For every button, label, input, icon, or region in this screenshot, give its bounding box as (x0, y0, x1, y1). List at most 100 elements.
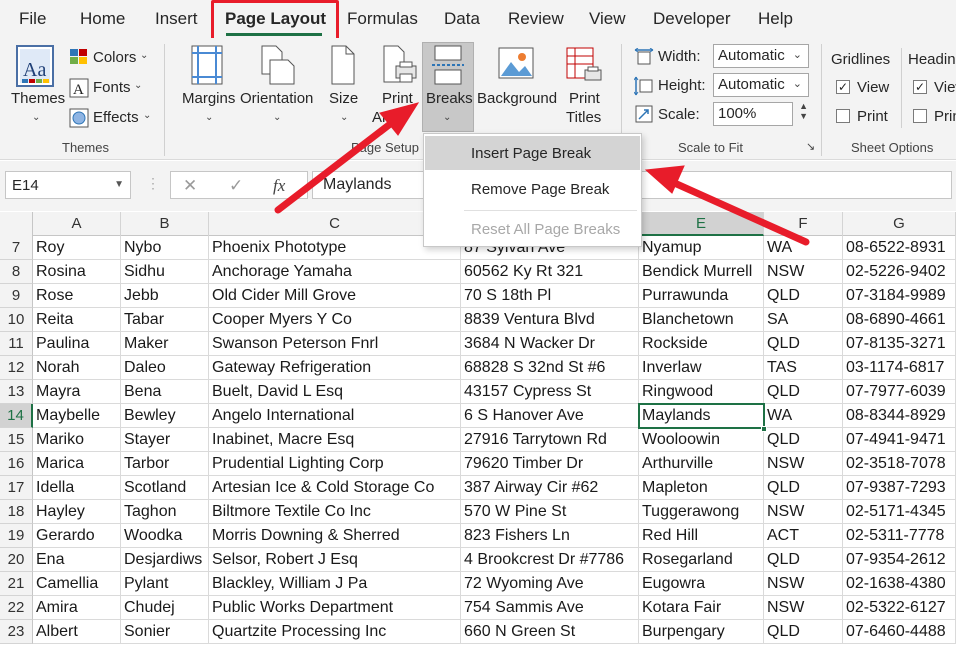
cell-b[interactable]: Maker (121, 332, 209, 356)
cell-d[interactable]: 754 Sammis Ave (461, 596, 639, 620)
row-header[interactable]: 20 (0, 548, 33, 572)
cell-e[interactable]: Arthurville (639, 452, 764, 476)
cell-f[interactable]: QLD (764, 332, 843, 356)
print-area-button[interactable]: Print (382, 90, 413, 107)
cell-g[interactable]: 08-6522-8931 (843, 236, 956, 260)
tab-data[interactable]: Data (444, 9, 480, 29)
cell-g[interactable]: 07-9354-2612 (843, 548, 956, 572)
cell-g[interactable]: 02-3518-7078 (843, 452, 956, 476)
cell-d[interactable]: 72 Wyoming Ave (461, 572, 639, 596)
row-header[interactable]: 7 (0, 236, 33, 260)
cell-f[interactable]: NSW (764, 500, 843, 524)
cell-d[interactable]: 823 Fishers Ln (461, 524, 639, 548)
cell-b[interactable]: Woodka (121, 524, 209, 548)
cell-c[interactable]: Artesian Ice & Cold Storage Co (209, 476, 461, 500)
fonts-button[interactable]: Fonts (93, 79, 131, 96)
column-header-f[interactable]: F (764, 212, 843, 236)
name-box[interactable]: E14 ▼ (5, 171, 131, 199)
cell-g[interactable]: 07-9387-7293 (843, 476, 956, 500)
themes-icon[interactable]: Aa (14, 44, 56, 93)
cell-a[interactable]: Ena (33, 548, 121, 572)
scale-spinner[interactable]: 100% ▲ ▼ (713, 101, 808, 126)
width-combo[interactable]: Automatic ⌄ (713, 44, 809, 68)
remove-page-break-item[interactable]: Remove Page Break (425, 172, 640, 206)
cell-c[interactable]: Quartzite Processing Inc (209, 620, 461, 644)
insert-function-icon[interactable]: fx (273, 176, 285, 196)
breaks-icon[interactable] (430, 44, 466, 91)
cell-f[interactable]: SA (764, 308, 843, 332)
breaks-button[interactable]: Breaks (426, 90, 473, 107)
cell-c[interactable]: Old Cider Mill Grove (209, 284, 461, 308)
cell-b[interactable]: Desjardiws (121, 548, 209, 572)
cell-c[interactable]: Anchorage Yamaha (209, 260, 461, 284)
cell-g[interactable]: 03-1174-6817 (843, 356, 956, 380)
cell-e[interactable]: Purrawunda (639, 284, 764, 308)
cell-d[interactable]: 570 W Pine St (461, 500, 639, 524)
themes-button[interactable]: Themes (11, 90, 65, 107)
row-header[interactable]: 17 (0, 476, 33, 500)
cell-e[interactable]: Red Hill (639, 524, 764, 548)
select-all-corner[interactable] (0, 212, 33, 236)
tab-help[interactable]: Help (758, 9, 793, 29)
row-header[interactable]: 10 (0, 308, 33, 332)
cell-g[interactable]: 02-5311-7778 (843, 524, 956, 548)
cell-b[interactable]: Tabar (121, 308, 209, 332)
dialog-launcher-icon[interactable]: ↘ (806, 140, 815, 153)
cell-e[interactable]: Ringwood (639, 380, 764, 404)
orientation-button[interactable]: Orientation (240, 90, 313, 107)
fill-handle[interactable] (761, 426, 767, 432)
size-button[interactable]: Size (329, 90, 358, 107)
spinner-arrows-icon[interactable]: ▲ ▼ (799, 101, 808, 121)
headings-view-checkbox[interactable]: ✓ (913, 80, 927, 94)
cell-f[interactable]: TAS (764, 356, 843, 380)
cell-d[interactable]: 660 N Green St (461, 620, 639, 644)
cell-d[interactable]: 68828 S 32nd St #6 (461, 356, 639, 380)
cell-f[interactable]: QLD (764, 620, 843, 644)
cell-g[interactable]: 02-5322-6127 (843, 596, 956, 620)
cell-f[interactable]: NSW (764, 596, 843, 620)
gridlines-view-checkbox[interactable]: ✓ (836, 80, 850, 94)
cell-g[interactable]: 07-6460-4488 (843, 620, 956, 644)
row-header[interactable]: 21 (0, 572, 33, 596)
cell-b[interactable]: Bewley (121, 404, 209, 428)
column-header-a[interactable]: A (33, 212, 121, 236)
cell-d[interactable]: 6 S Hanover Ave (461, 404, 639, 428)
cell-f[interactable]: WA (764, 404, 843, 428)
cell-b[interactable]: Taghon (121, 500, 209, 524)
cell-e[interactable]: Burpengary (639, 620, 764, 644)
column-header-b[interactable]: B (121, 212, 209, 236)
cell-b[interactable]: Sidhu (121, 260, 209, 284)
row-header[interactable]: 22 (0, 596, 33, 620)
cell-a[interactable]: Albert (33, 620, 121, 644)
cell-f[interactable]: QLD (764, 476, 843, 500)
drag-handle-icon[interactable]: ⋮ (146, 175, 160, 192)
cell-g[interactable]: 02-1638-4380 (843, 572, 956, 596)
tab-insert[interactable]: Insert (155, 9, 198, 29)
cell-c[interactable]: Gateway Refrigeration (209, 356, 461, 380)
colors-button[interactable]: Colors (93, 49, 136, 66)
cell-a[interactable]: Reita (33, 308, 121, 332)
cell-d[interactable]: 79620 Timber Dr (461, 452, 639, 476)
cell-a[interactable]: Mayra (33, 380, 121, 404)
cell-e[interactable]: Nyamup (639, 236, 764, 260)
row-header[interactable]: 19 (0, 524, 33, 548)
column-header-e[interactable]: E (639, 212, 764, 236)
cell-f[interactable]: NSW (764, 260, 843, 284)
cell-e[interactable]: Rosegarland (639, 548, 764, 572)
cell-d[interactable]: 8839 Ventura Blvd (461, 308, 639, 332)
cell-b[interactable]: Tarbor (121, 452, 209, 476)
cell-e[interactable]: Rockside (639, 332, 764, 356)
column-header-g[interactable]: G (843, 212, 956, 236)
insert-page-break-item[interactable]: Insert Page Break (425, 136, 640, 170)
cell-g[interactable]: 08-6890-4661 (843, 308, 956, 332)
row-header[interactable]: 14 (0, 404, 33, 428)
cell-c[interactable]: Public Works Department (209, 596, 461, 620)
background-button[interactable]: Background (477, 90, 557, 107)
row-header[interactable]: 16 (0, 452, 33, 476)
cell-b[interactable]: Scotland (121, 476, 209, 500)
cell-f[interactable]: NSW (764, 452, 843, 476)
cell-a[interactable]: Paulina (33, 332, 121, 356)
cell-e[interactable]: Mapleton (639, 476, 764, 500)
cell-a[interactable]: Mariko (33, 428, 121, 452)
cell-g[interactable]: 07-4941-9471 (843, 428, 956, 452)
